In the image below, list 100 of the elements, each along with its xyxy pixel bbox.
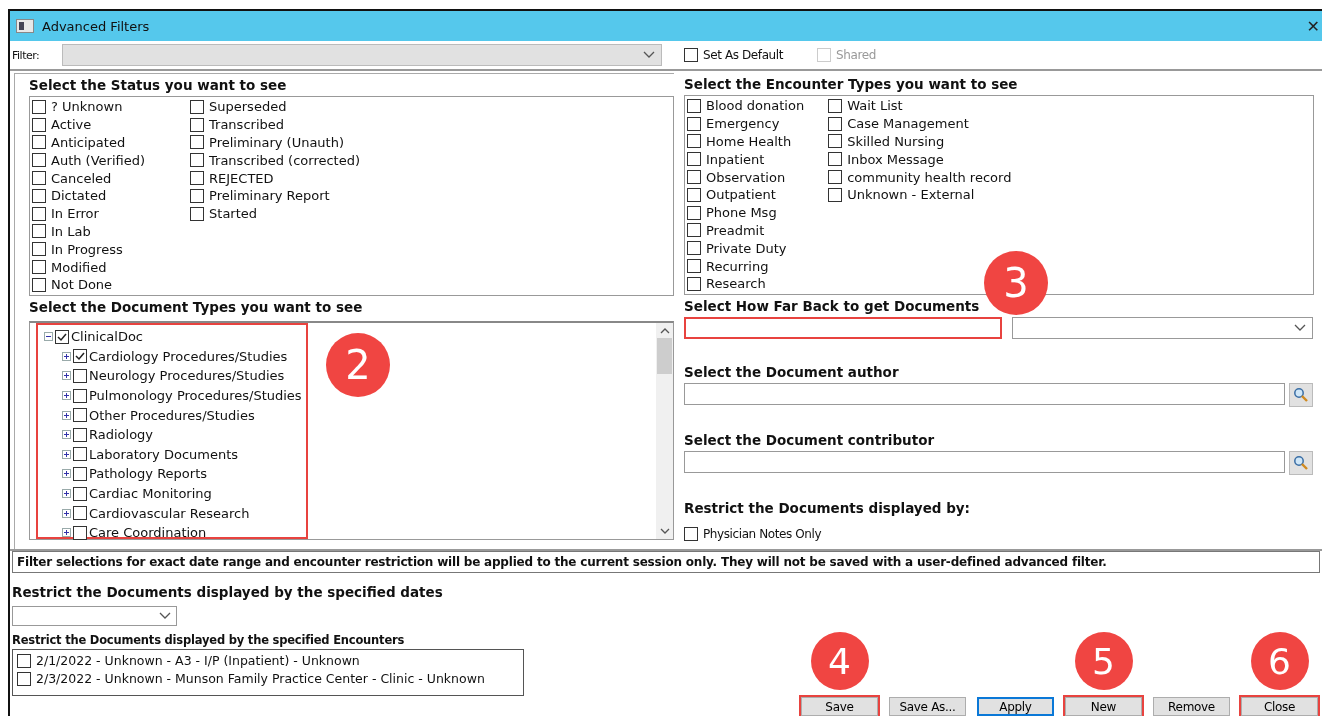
tree-item[interactable]: Pulmonology Procedures/Studies <box>44 385 306 406</box>
encounter-type-checkbox[interactable]: Emergency <box>687 114 805 133</box>
expand-icon[interactable] <box>62 449 71 459</box>
section-heading: Select the Status you want to see <box>29 76 288 95</box>
encounter-type-checkbox[interactable]: Blood donation <box>687 97 805 115</box>
encounter-type-checkbox[interactable]: community health record <box>828 168 1012 186</box>
section-heading: Select How Far Back to get Documents <box>684 297 981 316</box>
encounter-type-checkbox[interactable]: Recurring <box>687 257 805 275</box>
expand-icon[interactable] <box>62 391 71 401</box>
tree-item[interactable]: Neurology Procedures/Studies <box>44 366 306 386</box>
scroll-thumb[interactable] <box>657 338 672 374</box>
section-heading: Restrict the Documents displayed by the specified Encounters <box>12 632 406 649</box>
author-field[interactable] <box>684 383 1285 405</box>
status-checkbox[interactable]: Superseded <box>190 98 361 116</box>
status-checkbox[interactable]: Not Done <box>32 275 146 294</box>
tree-item[interactable]: Cardiac Monitoring <box>44 483 306 504</box>
notice-text: Filter selections for exact date range and encounter restriction will be applied to the current session only. They will not be saved with a user-defined advanced filter. <box>12 551 1320 573</box>
tree-item[interactable]: Pathology Reports <box>44 464 306 484</box>
status-checkbox[interactable]: ? Unknown <box>32 98 146 116</box>
status-checkbox[interactable]: Transcribed (corrected) <box>190 151 361 170</box>
encounter-type-checkbox[interactable]: Wait List <box>828 97 1012 115</box>
expand-icon[interactable] <box>62 508 71 518</box>
status-checkbox[interactable]: Dictated <box>32 187 146 205</box>
encounter-type-checkbox[interactable]: Private Duty <box>687 239 805 258</box>
action-button[interactable]: Apply <box>977 697 1054 716</box>
status-checkbox[interactable]: REJECTED <box>190 169 361 187</box>
expand-icon[interactable] <box>62 371 71 381</box>
encounter-type-checkbox[interactable]: Home Health <box>687 132 805 151</box>
status-checkbox[interactable]: In Error <box>32 204 146 223</box>
tree-item[interactable]: Radiology <box>44 424 306 445</box>
expand-icon[interactable] <box>62 489 71 499</box>
encounter-type-checkbox[interactable]: Observation <box>687 168 805 186</box>
status-checkbox[interactable]: Started <box>190 204 361 223</box>
status-checkbox[interactable]: Auth (Verified) <box>32 151 146 170</box>
status-checkbox[interactable]: Modified <box>32 258 146 276</box>
expand-icon[interactable] <box>62 351 71 361</box>
tree-item[interactable]: Other Procedures/Studies <box>44 405 306 425</box>
encounter-type-checkbox[interactable]: Unknown - External <box>828 186 1012 204</box>
action-button[interactable]: Remove <box>1153 697 1230 716</box>
period-dropdown[interactable] <box>1012 317 1313 339</box>
callout-badge: 5 <box>1074 632 1133 690</box>
default-checkbox[interactable]: Set As Default <box>684 46 784 64</box>
encounter-type-checkbox[interactable]: Outpatient <box>687 186 805 204</box>
tree-item[interactable]: Cardiology Procedures/Studies <box>44 346 306 367</box>
date-range-dropdown[interactable] <box>12 606 177 626</box>
search-button[interactable] <box>1289 383 1313 407</box>
encounter-checkbox[interactable]: 2/1/2022 - Unknown - A3 - I/P (Inpatient) - Unknown <box>17 652 519 670</box>
chevron-down-icon <box>643 51 655 59</box>
expand-icon[interactable] <box>62 410 71 420</box>
collapse-icon[interactable] <box>44 332 53 342</box>
status-checkbox[interactable]: Active <box>32 115 146 134</box>
encounter-type-checkbox[interactable]: Phone Msg <box>687 203 805 222</box>
status-checkbox[interactable]: Preliminary (Unauth) <box>190 133 361 152</box>
status-checkbox[interactable]: Anticipated <box>32 133 146 152</box>
search-icon <box>1293 455 1309 471</box>
contributor-field[interactable] <box>684 451 1285 473</box>
callout-badge: 2 <box>326 333 390 397</box>
encounter-type-checkbox[interactable]: Inbox Message <box>828 150 1012 169</box>
section-heading: Select the Document contributor <box>684 431 936 450</box>
scroll-down-icon[interactable] <box>659 528 670 535</box>
expand-icon[interactable] <box>62 430 71 440</box>
window-title: Advanced Filters <box>42 18 150 34</box>
expand-icon[interactable] <box>62 528 71 538</box>
status-checkbox[interactable]: Preliminary Report <box>190 187 361 205</box>
status-checkbox[interactable]: Transcribed <box>190 115 361 134</box>
filter-label: Filter: <box>11 48 41 62</box>
action-button[interactable]: New <box>1065 697 1142 716</box>
encounter-type-checkbox[interactable]: Inpatient <box>687 150 805 169</box>
encounter-type-checkbox[interactable]: Research <box>687 274 805 293</box>
tree-item[interactable]: Cardiovascular Research <box>44 503 306 523</box>
callout-badge: 6 <box>1250 632 1309 690</box>
encounter-checkbox[interactable]: 2/3/2022 - Unknown - Munson Family Practice Center - Clinic - Unknown <box>17 669 519 688</box>
encounter-type-checkbox[interactable]: Preadmit <box>687 221 805 240</box>
section-heading: Select the Encounter Types you want to see <box>684 75 1019 94</box>
action-button[interactable]: Save As... <box>889 697 966 716</box>
tree-item[interactable]: ClinicalDoc <box>44 327 306 347</box>
status-checkbox[interactable]: In Lab <box>32 222 146 241</box>
window-icon <box>16 19 34 33</box>
status-checkbox[interactable]: Canceled <box>32 169 146 187</box>
section-heading: Restrict the Documents displayed by the specified dates <box>12 583 444 602</box>
scroll-up-icon[interactable] <box>659 327 670 334</box>
chevron-down-icon <box>159 612 171 620</box>
expand-icon[interactable] <box>62 469 71 479</box>
scrollbar[interactable] <box>656 323 673 539</box>
physician-notes-checkbox[interactable]: Physician Notes Only <box>684 525 1322 543</box>
encounter-type-checkbox[interactable]: Case Management <box>828 114 1012 133</box>
action-button[interactable]: Save <box>801 697 878 716</box>
check-icon <box>74 350 86 363</box>
callout-badge: 3 <box>984 251 1048 315</box>
search-button[interactable] <box>1289 451 1313 475</box>
status-checkbox[interactable]: In Progress <box>32 240 146 259</box>
encounter-type-checkbox[interactable]: Skilled Nursing <box>828 132 1012 151</box>
how-far-back-field[interactable] <box>684 317 1002 339</box>
section-heading: Select the Document Types you want to see <box>29 298 364 317</box>
tree-item[interactable]: Care Coordination <box>44 522 306 543</box>
tree-item[interactable]: Laboratory Documents <box>44 444 306 465</box>
callout-badge: 4 <box>810 632 869 690</box>
section-heading: Restrict the Documents displayed by: <box>684 499 971 518</box>
action-button[interactable]: Close <box>1241 697 1318 716</box>
close-button[interactable]: ✕ <box>1304 16 1322 36</box>
